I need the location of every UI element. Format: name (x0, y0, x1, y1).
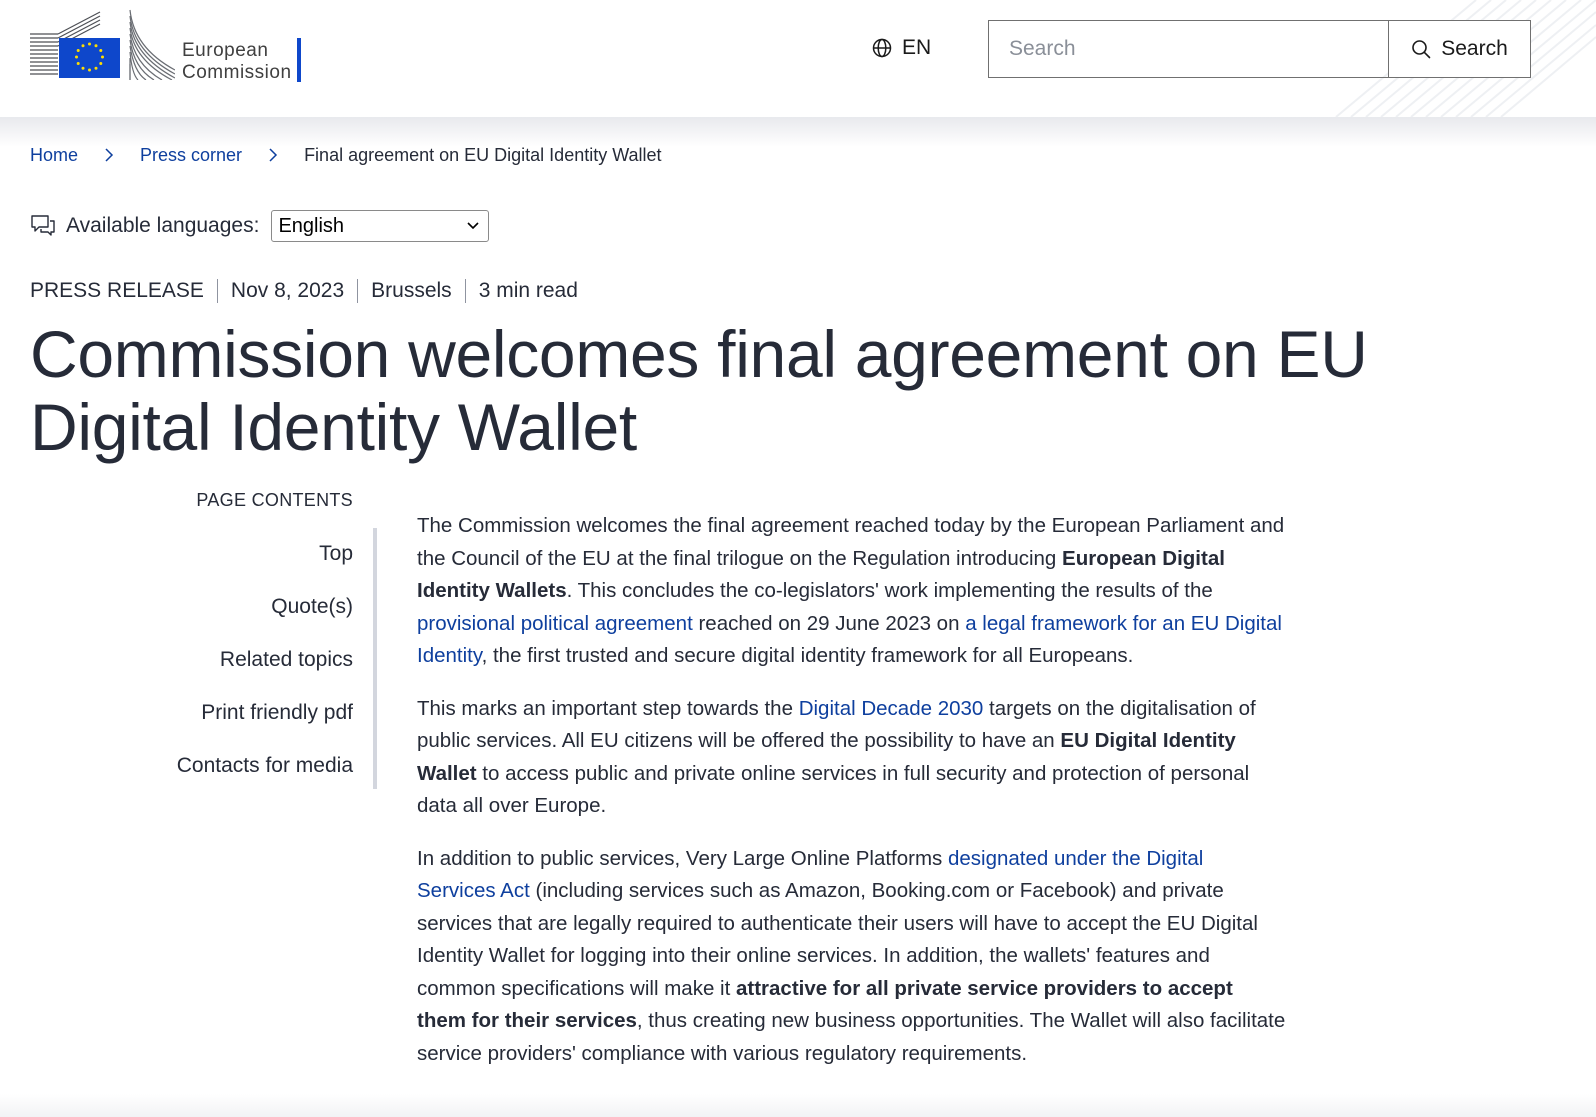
search-button[interactable]: Search (1388, 20, 1531, 78)
language-select[interactable]: English (271, 210, 490, 242)
p3-text-1: In addition to public services, Very Lar… (417, 846, 948, 870)
page-contents-heading: PAGE CONTENTS (196, 490, 353, 510)
language-select-value: English (278, 214, 345, 237)
search-button-label: Search (1441, 37, 1508, 60)
logo-accent-bar (297, 38, 301, 82)
breadcrumb-home[interactable]: Home (30, 144, 78, 166)
p2-text-1: This marks an important step towards the (417, 696, 799, 720)
toc-item-top[interactable]: Top (120, 541, 353, 567)
p1-text-4: , the first trusted and secure digital i… (481, 644, 1134, 667)
site-header: European Commission EN Search (0, 0, 1596, 117)
language-switcher[interactable]: EN (872, 36, 931, 60)
breadcrumb: Home Press corner Final agreement on EU … (30, 144, 662, 166)
p1-text-2: . This concludes the co-legislators' wor… (566, 579, 1213, 602)
chevron-right-icon (268, 147, 278, 163)
globe-icon (872, 38, 892, 58)
paragraph-1: The Commission welcomes the final agreem… (417, 510, 1287, 673)
article-read-time: 3 min read (464, 279, 591, 303)
toc-item-contacts-for-media[interactable]: Contacts for media (120, 753, 353, 779)
toc-item-quotes[interactable]: Quote(s) (120, 594, 353, 620)
logo-line-commission: Commission (182, 62, 292, 83)
page-contents-nav: Top Quote(s) Related topics Print friend… (120, 528, 377, 789)
header-shadow (0, 117, 1596, 147)
speech-bubbles-icon (31, 215, 55, 236)
page-title: Commission welcomes final agreement on E… (30, 317, 1368, 464)
p2-text-3: to access public and private online serv… (417, 761, 1250, 818)
article-type: PRESS RELEASE (30, 279, 204, 302)
article-meta: PRESS RELEASE Nov 8, 2023 Brussels 3 min… (30, 279, 591, 303)
p1-text-3: reached on 29 June 2023 on (692, 611, 966, 635)
breadcrumb-current: Final agreement on EU Digital Identity W… (304, 145, 662, 165)
bottom-fade (0, 1094, 1596, 1117)
article-body: The Commission welcomes the final agreem… (417, 510, 1287, 1090)
paragraph-3: In addition to public services, Very Lar… (417, 843, 1287, 1071)
logo-line-european: European (182, 40, 269, 61)
link-digital-decade-2030[interactable]: Digital Decade 2030 (799, 697, 984, 720)
paragraph-2: This marks an important step towards the… (417, 693, 1287, 823)
language-code: EN (902, 36, 932, 59)
search-icon (1412, 40, 1431, 59)
logo-text: European Commission (182, 40, 292, 84)
available-languages: Available languages: English (30, 210, 490, 242)
chevron-right-icon (104, 147, 114, 163)
search-box (988, 20, 1388, 78)
chevron-down-icon (467, 222, 480, 230)
ec-logo-building-icon (30, 9, 175, 80)
article-date: Nov 8, 2023 (216, 279, 357, 303)
available-languages-label: Available languages: (66, 214, 260, 237)
toc-item-related-topics[interactable]: Related topics (120, 647, 353, 673)
search-input[interactable] (989, 21, 1388, 77)
breadcrumb-press-corner[interactable]: Press corner (140, 144, 242, 166)
toc-item-print-friendly-pdf[interactable]: Print friendly pdf (120, 700, 353, 726)
article-location: Brussels (357, 279, 465, 303)
link-provisional-political-agreement[interactable]: provisional political agreement (417, 612, 693, 635)
